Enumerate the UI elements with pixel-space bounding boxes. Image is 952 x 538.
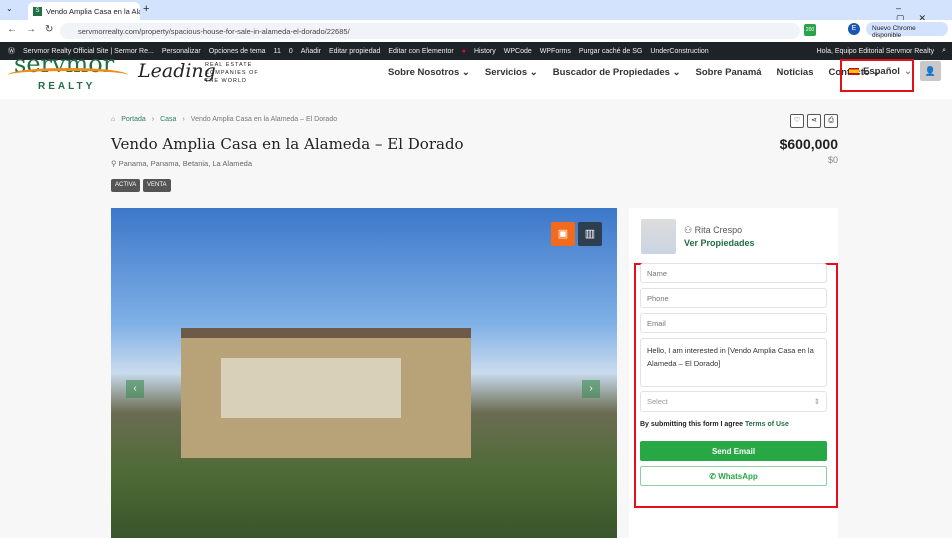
nav-noticias[interactable]: Noticias xyxy=(777,67,814,78)
property-location: ⚲ Panama, Panama, Betania, La Alameda xyxy=(111,159,252,168)
admin-theme-options[interactable]: Opciones de tema xyxy=(209,48,266,55)
nav-buscador[interactable]: Buscador de Propiedades ⌄ xyxy=(553,67,681,78)
browser-tab[interactable]: SVendo Amplia Casa en la Alameda✕ xyxy=(28,2,140,20)
chrome-update-button[interactable]: Nuevo Chrome disponible xyxy=(866,22,948,39)
terms-text: By submitting this form I agree Terms of… xyxy=(640,421,789,428)
message-textarea[interactable]: Hello, I am interested in [Vendo Amplia … xyxy=(640,338,827,387)
breadcrumb-casa[interactable]: Casa xyxy=(160,116,176,123)
select-dropdown[interactable]: Select ⇕ xyxy=(640,391,827,412)
url-input[interactable]: servmorrealty.com/property/spacious-hous… xyxy=(60,23,800,39)
admin-customize[interactable]: Personalizar xyxy=(162,48,201,55)
agent-photo xyxy=(641,219,676,254)
logo-realty: REALTY xyxy=(38,81,96,92)
address-bar-row: ←→↻ servmorrealty.com/property/spacious-… xyxy=(0,20,952,42)
house-facade xyxy=(221,358,401,418)
admin-underconstruction[interactable]: UnderConstruction xyxy=(650,48,708,55)
admin-greeting[interactable]: Hola, Equipo Editorial Servmor Realty xyxy=(817,48,935,55)
type-badge[interactable]: VENTA xyxy=(143,179,171,192)
property-photo-gallery[interactable]: ▣ ▥ ‹ › xyxy=(111,208,617,538)
whatsapp-button[interactable]: ✆ WhatsApp xyxy=(640,466,827,486)
admin-history[interactable]: History xyxy=(474,48,496,55)
admin-updates[interactable]: 11 xyxy=(274,48,281,55)
nav-servicios[interactable]: Servicios ⌄ xyxy=(485,67,538,78)
admin-purge-cache[interactable]: Purgar caché de SG xyxy=(579,48,642,55)
spain-flag-icon xyxy=(849,68,859,75)
property-title: Vendo Amplia Casa en la Alameda – El Dor… xyxy=(111,135,464,153)
admin-elementor[interactable]: Editar con Elementor xyxy=(388,48,453,55)
breadcrumb-current: Vendo Amplia Casa en la Alameda – El Dor… xyxy=(190,116,338,123)
print-button[interactable]: ⎙ xyxy=(824,114,838,128)
breadcrumb: ⌂ Portada › Casa › Vendo Amplia Casa en la… xyxy=(111,116,338,123)
admin-add-new[interactable]: Añadir xyxy=(301,48,321,55)
phone-input[interactable] xyxy=(640,288,827,308)
favorite-button[interactable]: ♡ xyxy=(790,114,804,128)
share-button[interactable]: ⋖ xyxy=(807,114,821,128)
user-account-button[interactable]: 👤 xyxy=(920,61,941,81)
view-properties-link[interactable]: Ver Propiedades xyxy=(684,238,755,248)
status-badge[interactable]: ACTIVA xyxy=(111,179,141,192)
home-icon: ⌂ xyxy=(111,116,116,123)
new-tab-icon[interactable]: + xyxy=(143,3,149,15)
send-email-button[interactable]: Send Email xyxy=(640,441,827,461)
email-input[interactable] xyxy=(640,313,827,333)
price: $600,000 xyxy=(779,136,838,152)
name-input[interactable] xyxy=(640,263,827,283)
nav-sobre-panama[interactable]: Sobre Panamá xyxy=(696,67,762,78)
site-favicon: S xyxy=(33,6,42,16)
admin-wpcode[interactable]: WPCode xyxy=(504,48,532,55)
secondary-price: $0 xyxy=(827,155,838,165)
tab-bar: ⌄ SVendo Amplia Casa en la Alameda✕ + –▢… xyxy=(0,0,952,23)
partner-logo-text: REAL ESTATE COMPANIES OF THE WORLD xyxy=(205,62,259,84)
breadcrumb-home[interactable]: Portada xyxy=(121,116,146,123)
extension-icon[interactable]: 200 xyxy=(804,24,816,36)
whatsapp-icon: ✆ xyxy=(709,471,719,481)
language-selector-highlight[interactable]: Español ⌄ xyxy=(840,59,914,92)
tab-title: Vendo Amplia Casa en la Alameda xyxy=(46,6,140,16)
main-nav: Sobre Nosotros ⌄ Servicios ⌄ Buscador de… xyxy=(388,60,880,84)
nav-buttons[interactable]: ←→↻ xyxy=(7,24,62,35)
terms-link[interactable]: Terms of Use xyxy=(745,421,789,428)
gallery-photo-button[interactable]: ▣ xyxy=(551,222,575,246)
select-arrows-icon: ⇕ xyxy=(813,397,820,406)
map-pin-icon: ⚲ xyxy=(111,159,119,168)
logo-swoosh xyxy=(8,68,128,82)
agent-name: ⚇ Rita Crespo xyxy=(684,225,743,235)
status-dot-icon: ● xyxy=(461,47,466,55)
prev-arrow-icon[interactable]: ‹ xyxy=(126,380,144,398)
next-arrow-icon[interactable]: › xyxy=(582,380,600,398)
wp-admin-bar: Ⓦ Servmor Realty Official Site | Sermor … xyxy=(0,42,952,60)
map-view-button[interactable]: ▥ xyxy=(578,222,602,246)
nav-sobre-nosotros[interactable]: Sobre Nosotros ⌄ xyxy=(388,67,470,78)
profile-avatar[interactable]: E xyxy=(848,23,860,35)
admin-comments[interactable]: 0 xyxy=(289,48,293,55)
tab-list-icon[interactable]: ⌄ xyxy=(6,4,13,13)
admin-edit-property[interactable]: Editar propiedad xyxy=(329,48,380,55)
language-label: Español xyxy=(863,66,900,77)
search-icon[interactable]: ⌕ xyxy=(942,47,946,55)
admin-wpforms[interactable]: WPForms xyxy=(540,48,571,55)
user-icon: ⚇ xyxy=(684,225,695,235)
